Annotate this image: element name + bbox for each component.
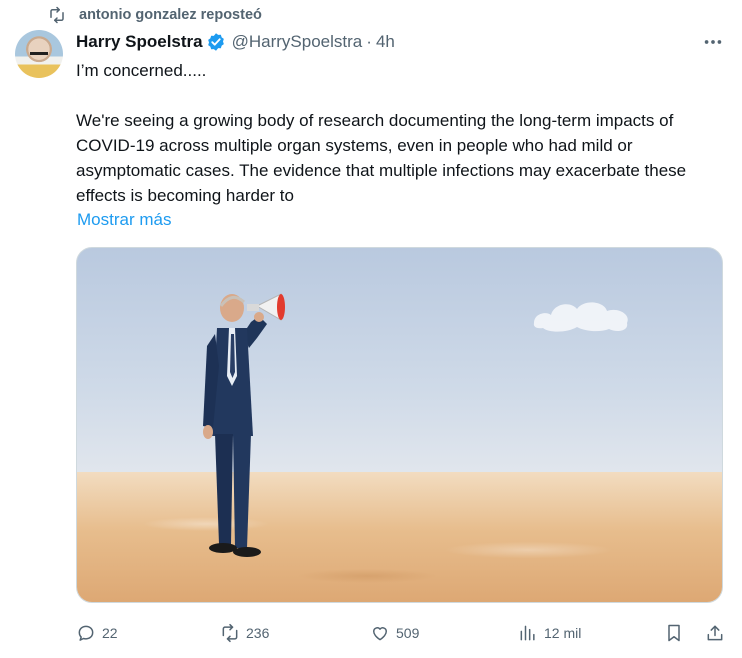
author-handle[interactable]: @HarrySpoelstra (232, 32, 363, 52)
man-with-megaphone (203, 293, 285, 557)
repost-icon (222, 623, 238, 643)
tweet-text-line-1: I’m concerned..... (76, 61, 207, 80)
show-more-link[interactable]: Mostrar más (77, 207, 171, 232)
bookmark-button[interactable] (664, 620, 684, 646)
tweet-text-body: We're seeing a growing body of research … (76, 111, 687, 205)
author-name[interactable]: Harry Spoelstra (76, 32, 203, 52)
bookmark-icon (668, 624, 680, 642)
repost-count: 236 (246, 625, 270, 641)
separator-dot: · (366, 32, 372, 51)
reply-button[interactable]: 22 (76, 620, 118, 646)
share-button[interactable] (705, 620, 725, 646)
avatar[interactable] (15, 30, 63, 78)
repost-indicator[interactable]: antonio gonzalez reposteó (48, 4, 262, 26)
like-count: 509 (396, 625, 420, 641)
cloud-shape (533, 302, 628, 332)
verified-badge-icon[interactable] (206, 32, 226, 52)
tweet-actions: 22 236 509 12 mil (0, 620, 742, 646)
tweet-text: I’m concerned..... We're seeing a growin… (76, 58, 726, 208)
more-icon (704, 40, 722, 44)
tweet-header: Harry Spoelstra @HarrySpoelstra · 4h (76, 30, 395, 54)
more-options-button[interactable] (700, 30, 726, 54)
views-icon (520, 625, 535, 641)
share-icon (707, 625, 723, 641)
views-count: 12 mil (544, 625, 582, 641)
repost-label[interactable]: antonio gonzalez reposteó (79, 7, 262, 23)
reply-count: 22 (102, 625, 118, 641)
repost-button[interactable]: 236 (220, 620, 269, 646)
reply-icon (78, 625, 94, 641)
views-button[interactable]: 12 mil (518, 620, 581, 646)
heart-icon (373, 627, 387, 641)
desert-sand (77, 472, 722, 602)
like-button[interactable]: 509 (370, 620, 419, 646)
repost-icon (50, 6, 64, 24)
tweet-media-image[interactable] (76, 247, 723, 603)
avatar-glasses (30, 47, 48, 55)
tweet-time[interactable]: 4h (376, 32, 395, 52)
